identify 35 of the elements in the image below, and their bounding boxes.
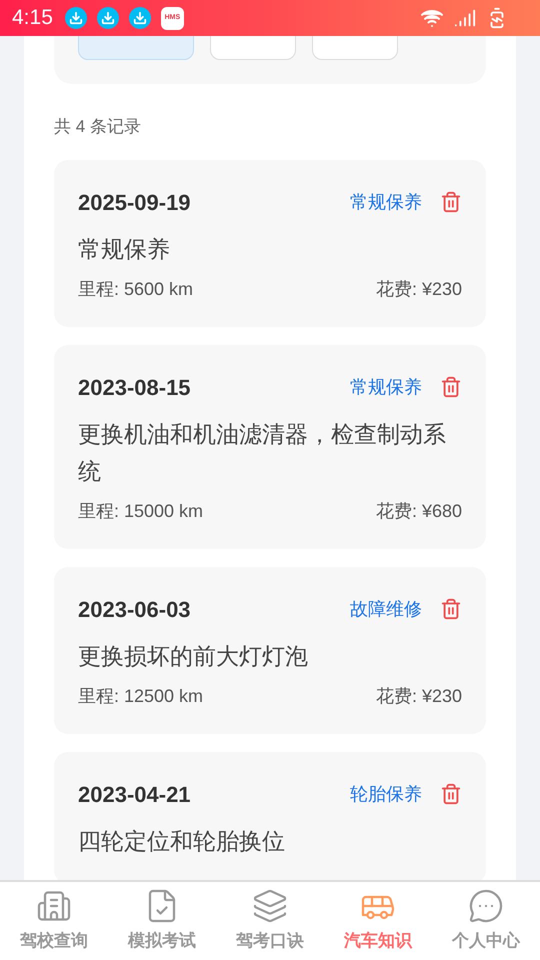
cost-text: 花费: ¥680: [376, 500, 462, 522]
record-date: 2023-06-03: [78, 596, 192, 624]
delete-icon[interactable]: [440, 191, 462, 213]
nav-tab[interactable]: 驾考口诀: [216, 882, 324, 960]
nav-tab[interactable]: 个人中心: [432, 882, 540, 960]
cost-text: 花费: ¥230: [376, 684, 462, 708]
cards-icon: [252, 888, 288, 924]
download-icon: [64, 7, 87, 29]
record-type: 常规保养: [350, 376, 422, 398]
record-date: 2025-09-19: [78, 188, 192, 216]
nav-tab[interactable]: 模拟考试: [108, 882, 216, 960]
record-type: 常规保养: [350, 190, 422, 214]
record-date: 2023-04-21: [78, 780, 192, 808]
mileage-text: 里程: 12500 km: [78, 684, 204, 708]
cost-text: 花费: ¥230: [376, 278, 462, 300]
download-icon: [128, 7, 151, 29]
nav-tab[interactable]: 驾校查询: [0, 882, 108, 960]
record-type: 故障维修: [350, 598, 422, 620]
record-description: 更换机油和机油滤清器，检查制动系统: [78, 420, 447, 486]
delete-icon[interactable]: [440, 598, 462, 620]
status-time: 4:15: [12, 5, 53, 32]
record-date: 2023-08-15: [78, 374, 192, 402]
record-type: 轮胎保养: [350, 782, 422, 806]
signal-icon: [454, 7, 476, 29]
record-description: 更换损坏的前大灯灯泡: [78, 642, 309, 670]
record-count: 共 4 条记录: [54, 116, 142, 138]
record-description: 常规保养: [78, 234, 171, 264]
delete-icon[interactable]: [440, 783, 462, 805]
mileage-text: 里程: 5600 km: [78, 278, 194, 300]
delete-icon[interactable]: [440, 376, 462, 398]
nav-tab[interactable]: 汽车知识: [324, 882, 432, 960]
chat-bubble-icon: [468, 888, 504, 924]
mileage-text: 里程: 15000 km: [78, 500, 204, 522]
record-description: 四轮定位和轮胎换位: [78, 826, 286, 856]
download-icon: [96, 7, 119, 29]
